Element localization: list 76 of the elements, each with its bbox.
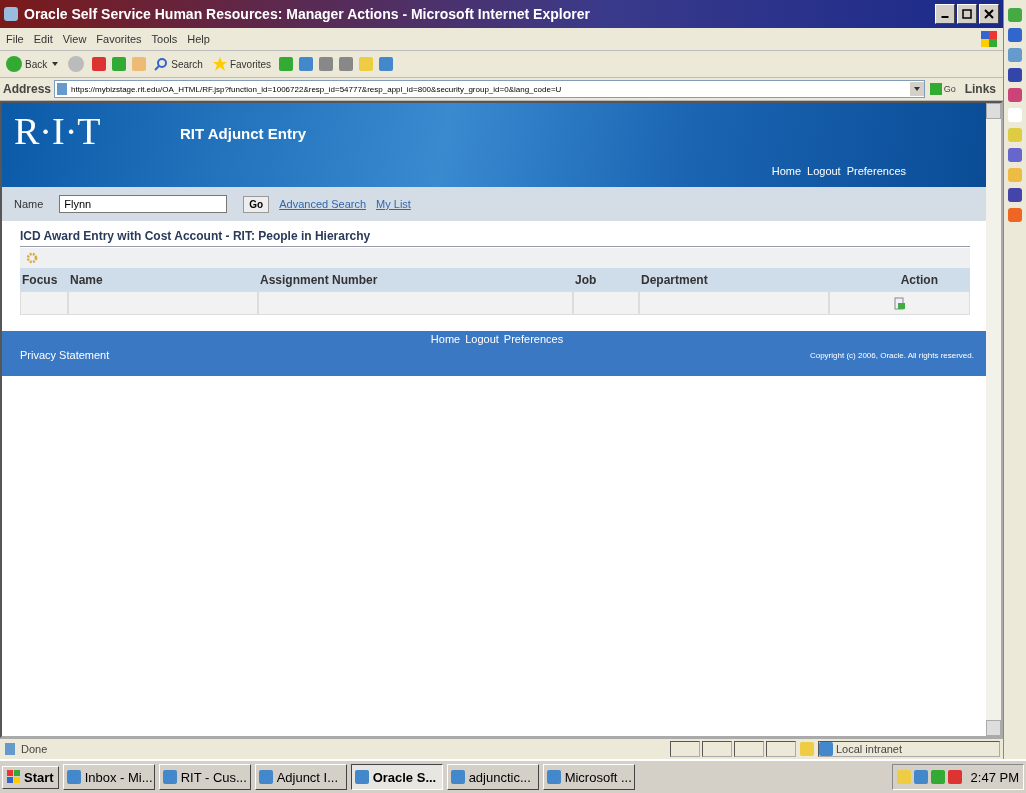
back-button[interactable]: Back bbox=[4, 56, 61, 72]
app-icon bbox=[546, 770, 561, 784]
column-header: Action bbox=[899, 272, 939, 287]
column-header: Focus bbox=[21, 272, 59, 287]
tray-icon[interactable] bbox=[947, 770, 962, 784]
name-field[interactable]: Flynn bbox=[59, 195, 228, 213]
app-icon bbox=[450, 770, 465, 784]
close-icon bbox=[984, 9, 994, 19]
search-button[interactable]: Search bbox=[152, 57, 205, 71]
links-button[interactable]: Links bbox=[960, 82, 1000, 96]
go-button[interactable]: Go bbox=[927, 83, 958, 95]
window-title: Oracle Self Service Human Resources: Manager Actions - Microsoft Internet Explorer bbox=[24, 6, 591, 22]
app-icon bbox=[66, 770, 81, 784]
status-panel bbox=[702, 741, 732, 757]
status-panel bbox=[670, 741, 700, 757]
scrollbar[interactable] bbox=[986, 103, 1001, 736]
column-header: Department bbox=[640, 272, 709, 287]
taskbar-button[interactable]: Inbox - Mi... bbox=[62, 764, 155, 790]
search-icon bbox=[154, 57, 169, 71]
clock: 2:47 PM bbox=[970, 769, 1019, 785]
search-link[interactable]: My List bbox=[376, 198, 411, 210]
taskbar-button[interactable]: Adjunct I... bbox=[254, 764, 347, 790]
nav-link[interactable]: Preferences bbox=[846, 165, 906, 177]
menu-item[interactable]: Edit bbox=[33, 33, 53, 45]
logo: R·I·T bbox=[14, 109, 101, 153]
dropdown-icon[interactable] bbox=[909, 82, 924, 96]
privacy-link[interactable]: Privacy Statement bbox=[20, 349, 110, 361]
status-panel bbox=[734, 741, 764, 757]
status-panel bbox=[766, 741, 796, 757]
start-button[interactable]: Start bbox=[2, 765, 59, 789]
address-label: Address bbox=[3, 82, 52, 96]
minimize-icon bbox=[941, 16, 949, 18]
app-icon bbox=[162, 770, 177, 784]
zone-text: Local intranet bbox=[836, 743, 903, 755]
taskbar-button[interactable]: Microsoft ... bbox=[542, 764, 635, 790]
menu-item[interactable]: File bbox=[6, 33, 24, 45]
gear-icon[interactable] bbox=[26, 252, 38, 264]
search-link[interactable]: Advanced Search bbox=[279, 198, 367, 210]
app-icon bbox=[354, 770, 369, 784]
taskbar-button[interactable]: RIT - Cus... bbox=[158, 764, 251, 790]
tray-icon[interactable] bbox=[930, 770, 945, 784]
taskbar-button[interactable]: Oracle S... bbox=[350, 764, 443, 790]
maximize-icon bbox=[962, 9, 972, 19]
taskbar-button[interactable]: adjunctic... bbox=[446, 764, 539, 790]
app-icon bbox=[258, 770, 273, 784]
menu-item[interactable]: Help bbox=[187, 33, 210, 45]
close-button[interactable] bbox=[979, 4, 999, 24]
go-button[interactable]: Go bbox=[243, 195, 270, 213]
minimize-button[interactable] bbox=[935, 4, 955, 24]
column-header: Name bbox=[69, 272, 104, 287]
windows-logo-icon bbox=[7, 770, 21, 784]
app-title: RIT Adjunct Entry bbox=[180, 125, 307, 142]
browser-icon bbox=[4, 7, 18, 21]
maximize-button[interactable] bbox=[957, 4, 977, 24]
menu-item[interactable]: View bbox=[62, 33, 87, 45]
tray-icon[interactable] bbox=[913, 770, 928, 784]
column-header: Job bbox=[574, 272, 598, 287]
name-label: Name bbox=[14, 198, 44, 210]
document-icon[interactable] bbox=[894, 296, 905, 310]
table-cell bbox=[20, 291, 68, 315]
footer-link[interactable]: Logout bbox=[465, 333, 499, 345]
caret-icon bbox=[52, 62, 59, 66]
footer-link[interactable]: Preferences bbox=[503, 333, 564, 345]
star-icon bbox=[212, 57, 227, 71]
column-header: Assignment Number bbox=[259, 272, 379, 287]
nav-link[interactable]: Home bbox=[771, 165, 802, 177]
nav-link[interactable]: Logout bbox=[807, 165, 841, 177]
status-text: Done bbox=[21, 743, 49, 755]
address-field[interactable]: https://mybizstage.rit.edu/OA_HTML/RF.jsp?function_id=1006722&resp_id=54777&resp_appl_id=800&security_group_id=0&lang_code=U bbox=[54, 80, 925, 98]
windows-logo-icon bbox=[981, 31, 997, 47]
menu-item[interactable]: Favorites bbox=[96, 33, 142, 45]
footer-link[interactable]: Home bbox=[430, 333, 461, 345]
menu-item[interactable]: Tools bbox=[151, 33, 178, 45]
copyright-text: Copyright (c) 2006, Oracle. All rights reserved. bbox=[809, 350, 974, 360]
table-cell bbox=[573, 291, 639, 315]
favorites-button[interactable]: Favorites bbox=[210, 57, 274, 71]
